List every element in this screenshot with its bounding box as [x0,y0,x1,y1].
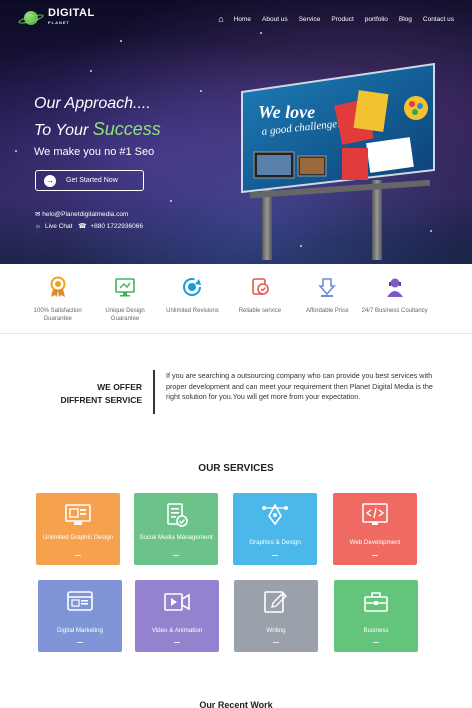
service-label: Digital Marketing [56,627,104,634]
nav-product[interactable]: Product [331,16,353,23]
email-text: helo@Planetdigitalmedia.com [42,211,129,218]
video-icon [164,593,190,611]
phone-text[interactable]: +880 1722936066 [90,223,143,230]
service-tile-social-media[interactable]: Social Media Management [134,493,218,565]
refresh-icon [183,278,202,296]
get-started-button[interactable]: → Get Started Now [35,170,144,191]
arrow-right-icon: → [44,174,56,187]
logo[interactable]: DIGITAL PLANET [17,8,95,28]
recent-work-title: Our Recent Work [199,700,273,708]
star [200,90,202,92]
service-dash [372,555,378,556]
offer-title: WE OFFER DIFFRENT SERVICE [60,381,142,407]
nav-portfolio[interactable]: portfolio [365,16,388,23]
service-tile-unlimited-graphic-design[interactable]: Unlimited Graphic Design [36,493,120,565]
offer-title-line1: WE OFFER [97,382,142,392]
star [15,150,17,152]
feature-label: Unlimited Revisions [166,308,219,314]
service-tile-graphics-design[interactable]: Graphics & Design [233,493,317,565]
service-dash [77,642,83,643]
service-tile-writing[interactable]: Writing [234,580,318,652]
browser-icon [67,591,93,611]
service-dash [272,555,278,556]
code-icon [362,503,388,525]
nav-service[interactable]: Service [299,16,321,23]
hero-headline-1: Our Approach.... [34,95,151,112]
service-dash [173,555,179,556]
hero-headline-2: To Your Success [34,119,161,140]
hero-section: DIGITAL PLANET ⌂ Home About us Service Pr… [0,0,472,264]
design-icon [65,504,91,525]
service-tile-video-animation[interactable]: Video & Animation [135,580,219,652]
billboard-image: We love a good challenge! [241,62,435,194]
features-bar: 100% Satisfaction Guarantee Unique Desig… [0,264,472,334]
feature-label: Affordable Price [305,308,349,314]
star [120,40,122,42]
service-tile-business[interactable]: Business [334,580,418,652]
mail-icon: ✉ [35,211,41,218]
chat-icon: ☼ [35,223,41,230]
hero-headline-prefix: To Your [34,122,93,139]
feature-satisfaction: 100% Satisfaction Guarantee [24,264,91,333]
feature-label: 100% Satisfaction Guarantee [33,308,82,322]
star [260,32,262,34]
main-nav: ⌂ Home About us Service Product portfoli… [218,14,454,24]
feature-unique-design: Unique Design Guarantee [91,264,158,333]
feature-label: 24/7 Business Coultancy [361,308,428,314]
offer-divider [153,370,155,414]
service-dash [174,642,180,643]
feature-consultancy: 24/7 Business Coultancy [361,264,428,333]
feature-reliable: Reliable service [226,264,293,333]
service-label: Writing [266,627,286,634]
service-label: Unlimited Graphic Design [42,534,114,541]
feature-affordable: Affordable Price [294,264,361,333]
billboard-text-1: We love [258,102,315,122]
planet-icon [17,9,45,27]
contact-email[interactable]: ✉ helo@Planetdigitalmedia.com [35,210,128,218]
nav-contact[interactable]: Contact us [423,16,454,23]
hero-tagline: We make you no #1 Seo [34,146,155,158]
service-label: Graphics & Design [249,539,301,546]
price-icon [318,278,337,297]
feature-label: Reliable service [238,308,282,314]
service-dash [75,555,81,556]
home-icon[interactable]: ⌂ [218,14,223,24]
service-dash [373,642,379,643]
cta-label: Get Started Now [66,177,118,184]
nav-blog[interactable]: Blog [399,16,412,23]
award-icon [50,276,66,297]
monitor-icon [115,278,135,297]
consultant-icon [386,278,403,297]
offer-text: If you are searching a outsourcing compa… [166,371,433,401]
service-label: Business [363,627,389,634]
feature-revisions: Unlimited Revisions [159,264,226,333]
services-title: OUR SERVICES [198,463,274,474]
reliable-icon [252,278,269,295]
feature-label: Unique Design Guarantee [105,308,145,322]
star [90,70,92,72]
service-label: Social Media Management [139,534,213,541]
offer-title-line2: DIFFRENT SERVICE [60,395,142,405]
nav-about[interactable]: About us [262,16,288,23]
star [300,245,302,247]
chat-text[interactable]: Live Chat [45,223,72,230]
service-label: Web Development [349,539,401,546]
social-icon [167,503,188,527]
service-dash [273,642,279,643]
nav-home[interactable]: Home [234,16,251,23]
contact-chat: ☼ Live Chat ☎ +880 1722936066 [35,222,147,230]
pen-tool-icon [262,503,288,526]
service-tile-web-development[interactable]: Web Development [333,493,417,565]
service-label: Video & Animation [151,627,203,634]
write-icon [264,591,287,613]
brand-sub: PLANET [48,20,70,25]
service-tile-digital-marketing[interactable]: Digital Marketing [38,580,122,652]
phone-icon: ☎ [78,223,87,230]
star [170,200,172,202]
briefcase-icon [364,592,388,612]
star [430,230,432,232]
hero-headline-accent: Success [92,119,161,139]
